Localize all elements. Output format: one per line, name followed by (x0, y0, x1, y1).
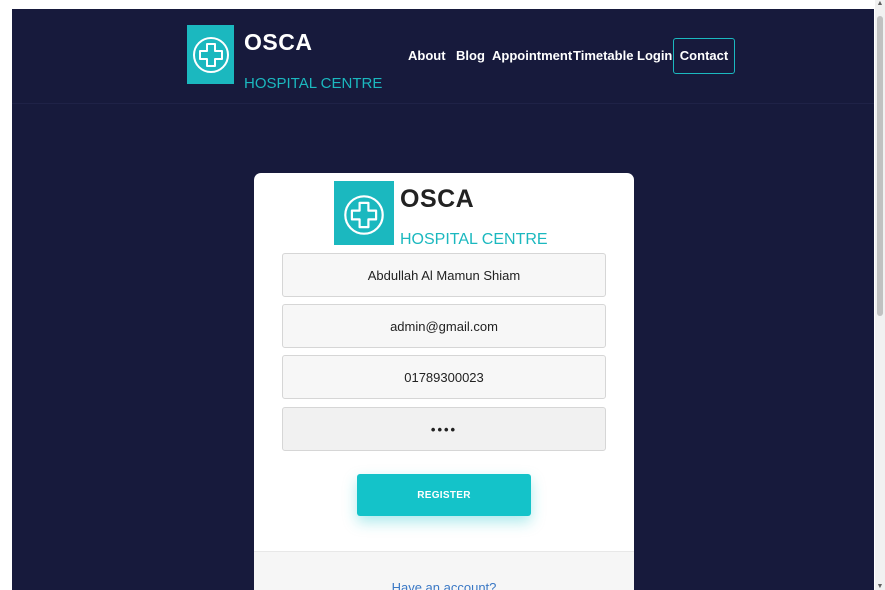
nav-appointment[interactable]: Appointment (492, 48, 572, 63)
name-field[interactable] (282, 253, 606, 297)
password-field[interactable] (282, 407, 606, 451)
card-brand-subtitle: HOSPITAL CENTRE (400, 231, 548, 248)
brand-title: OSCA (244, 29, 313, 55)
contact-button[interactable]: Contact (673, 38, 735, 74)
nav-login[interactable]: Login (637, 48, 672, 63)
nav-blog[interactable]: Blog (456, 48, 485, 63)
nav-timetable[interactable]: Timetable (573, 48, 633, 63)
brand-subtitle: HOSPITAL CENTRE (244, 75, 383, 92)
plus-cross-icon (187, 25, 234, 84)
scroll-up-arrow-icon[interactable]: ▲ (875, 0, 885, 7)
register-card: OSCA HOSPITAL CENTRE REGISTER Have an ac… (254, 173, 634, 590)
phone-field[interactable] (282, 355, 606, 399)
scroll-thumb[interactable] (877, 16, 883, 316)
brand-logo[interactable]: OSCA HOSPITAL CENTRE (187, 25, 387, 92)
page-scrollbar[interactable]: ▲ ▼ (875, 0, 885, 590)
nav-about[interactable]: About (408, 48, 446, 63)
card-brand-title: OSCA (400, 185, 475, 213)
card-brand-logo: OSCA HOSPITAL CENTRE (334, 181, 554, 248)
register-button[interactable]: REGISTER (357, 474, 531, 516)
navbar: OSCA HOSPITAL CENTRE About Blog Appointm… (12, 9, 874, 104)
card-footer: Have an account? (254, 551, 634, 590)
card-plus-cross-icon (334, 181, 394, 245)
have-account-link[interactable]: Have an account? (254, 580, 634, 590)
page-viewport: OSCA HOSPITAL CENTRE About Blog Appointm… (12, 9, 874, 590)
scroll-down-arrow-icon[interactable]: ▼ (875, 583, 885, 590)
email-field[interactable] (282, 304, 606, 348)
